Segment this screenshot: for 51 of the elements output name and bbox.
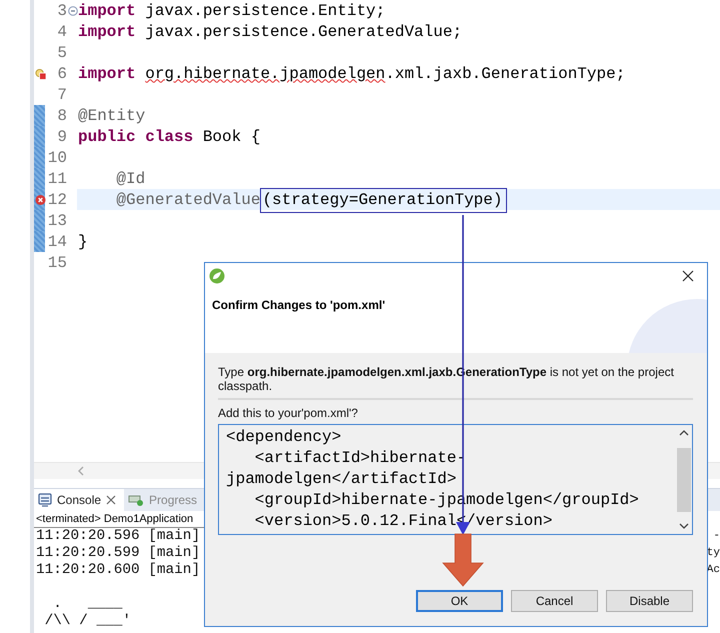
warning-bulb-icon[interactable]	[35, 68, 46, 80]
console-text: 11:20:20.600 [main]	[36, 562, 200, 579]
leaf-icon	[209, 268, 225, 284]
scrollbar-thumb[interactable]	[677, 448, 691, 512]
line-number: 6	[56, 64, 67, 82]
collapse-icon[interactable]	[68, 6, 78, 16]
scroll-down-icon[interactable]	[679, 522, 689, 530]
code-text: }	[78, 232, 88, 250]
line-number: 13	[46, 212, 67, 230]
progress-icon	[128, 493, 144, 507]
close-icon[interactable]	[682, 270, 694, 282]
code-text: org.hibernate.jpamodelgen	[145, 64, 386, 82]
console-text: ty	[706, 546, 720, 561]
code-text: public class	[78, 128, 194, 146]
code-text: @Id	[115, 170, 146, 188]
console-text: 11:20:20.596 [main]	[36, 528, 200, 545]
error-icon[interactable]	[35, 194, 46, 206]
code-text: @Entity	[78, 106, 146, 124]
line-number: 8	[56, 106, 67, 124]
dialog-button[interactable]: Disable	[606, 590, 693, 612]
console-tab[interactable]: Console	[34, 489, 124, 511]
console-text: 11:20:20.599 [main]	[36, 545, 200, 562]
console-text: -	[713, 529, 720, 544]
line-number: 9	[56, 128, 67, 146]
console-text: . ____	[52, 596, 122, 613]
line-number: 15	[46, 254, 67, 272]
dialog-button[interactable]: OK	[416, 590, 503, 612]
code-text: (strategy=GenerationType)	[260, 188, 508, 212]
line-number: 12	[46, 190, 67, 208]
line-number: 14	[46, 232, 67, 250]
code-text: import	[78, 22, 136, 40]
prompt-text: Add this to your'pom.xml'?	[218, 406, 359, 420]
dialog-title: Confirm Changes to 'pom.xml'	[211, 297, 386, 314]
line-number: 7	[56, 86, 67, 104]
down-arrow	[442, 534, 484, 587]
line-number: 5	[56, 44, 67, 62]
code-text: import	[78, 2, 136, 20]
code-text: Book {	[202, 128, 260, 146]
dialog-button[interactable]: Cancel	[511, 590, 598, 612]
code-text: javax.persistence.Entity;	[144, 2, 386, 20]
code-text: import	[78, 64, 137, 82]
monitor-icon	[38, 493, 52, 507]
code-text: @GeneratedValue	[115, 190, 260, 208]
line-number: 10	[46, 148, 67, 166]
line-number: 4	[56, 22, 67, 40]
code-text: javax.persistence.GeneratedValue;	[144, 22, 462, 40]
code-text: .xml.jaxb.GenerationType;	[385, 64, 626, 82]
line-number: 11	[46, 170, 67, 188]
console-text: /\\ / ___'	[44, 613, 131, 630]
scroll-up-icon[interactable]	[679, 429, 689, 437]
line-number: 3	[56, 2, 67, 20]
